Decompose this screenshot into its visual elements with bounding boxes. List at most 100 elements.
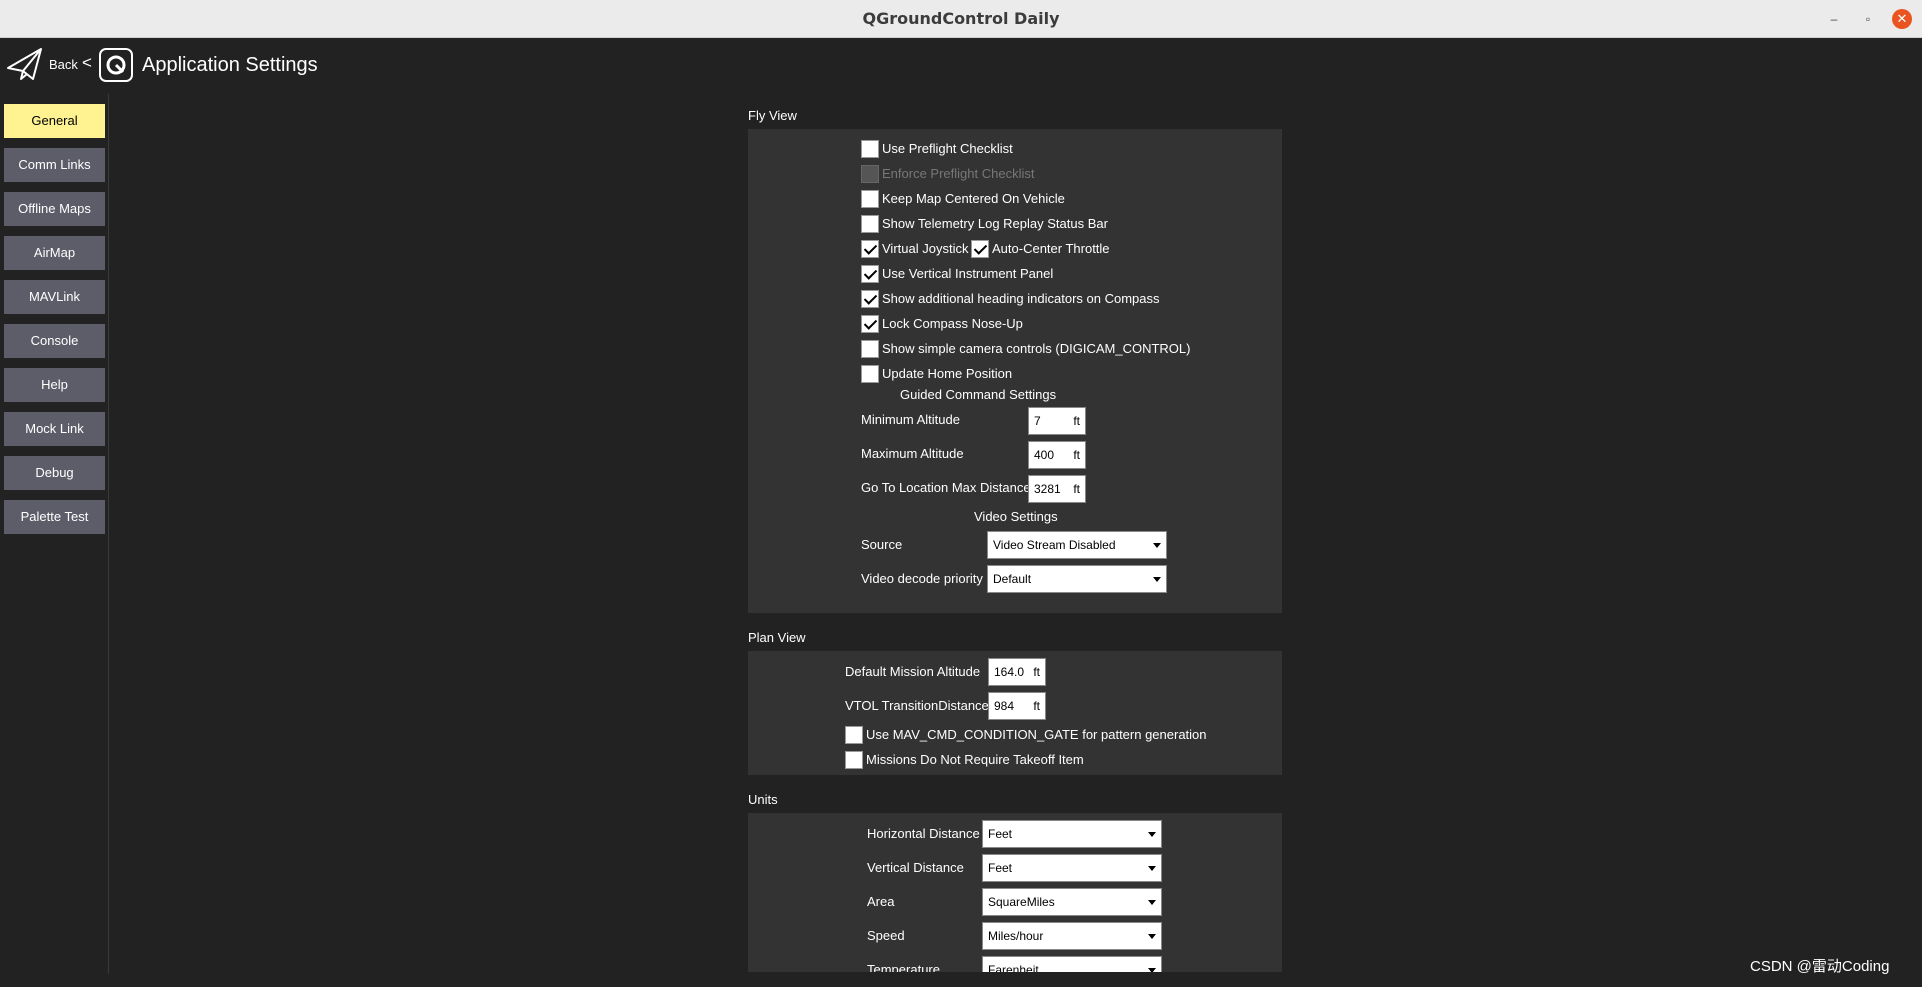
checkbox-auto-center-throttle[interactable]: Auto-Center Throttle	[971, 239, 1110, 259]
breadcrumb-chevron: <	[82, 53, 92, 72]
default-mission-altitude-field[interactable]: 164.0 ft	[988, 658, 1046, 686]
dropdown-value: Feet	[988, 861, 1013, 875]
checkbox-use-preflight-checklist[interactable]: Use Preflight Checklist	[861, 139, 1013, 159]
checkbox-label: Update Home Position	[882, 366, 1013, 381]
checkbox-label: Missions Do Not Require Takeoff Item	[866, 752, 1084, 767]
checkbox-box[interactable]	[845, 726, 863, 744]
sidebar-item-help[interactable]: Help	[4, 368, 105, 402]
checkbox-label: Auto-Center Throttle	[992, 241, 1110, 256]
checkbox-simple-camera-controls[interactable]: Show simple camera controls (DIGICAM_CON…	[861, 339, 1190, 359]
dropdown-value: Farenheit	[988, 963, 1039, 972]
minimum-altitude-field[interactable]: 7 ft	[1028, 407, 1086, 435]
window-title: QGroundControl Daily	[862, 9, 1060, 28]
default-mission-altitude-label: Default Mission Altitude	[845, 664, 981, 679]
field-value: 7	[1034, 414, 1041, 428]
checkbox-box[interactable]	[861, 140, 879, 158]
temperature-label: Temperature	[867, 962, 940, 972]
vtol-transition-distance-field[interactable]: 984 ft	[988, 692, 1046, 720]
checkbox-label: Use Vertical Instrument Panel	[882, 266, 1054, 281]
checkbox-show-telemetry-replay[interactable]: Show Telemetry Log Replay Status Bar	[861, 214, 1108, 234]
window-titlebar: QGroundControl Daily – ▫ ✕	[0, 0, 1922, 38]
checkbox-box[interactable]	[861, 315, 879, 333]
checkbox-lock-compass-nose-up[interactable]: Lock Compass Nose-Up	[861, 314, 1023, 334]
units-panel: Horizontal Distance Feet Vertical Distan…	[748, 813, 1282, 972]
maximum-altitude-field[interactable]: 400 ft	[1028, 441, 1086, 469]
dropdown-value: Default	[993, 572, 1032, 586]
checkbox-label: Show additional heading indicators on Co…	[882, 291, 1160, 306]
sidebar-item-mock-link[interactable]: Mock Link	[4, 412, 105, 446]
paper-plane-icon[interactable]	[6, 46, 44, 82]
checkbox-virtual-joystick[interactable]: Virtual Joystick	[861, 239, 968, 259]
back-button[interactable]: Back	[49, 57, 78, 72]
maximum-altitude-label: Maximum Altitude	[861, 446, 964, 461]
video-source-label: Source	[861, 537, 903, 552]
video-source-dropdown[interactable]: Video Stream Disabled	[987, 531, 1167, 559]
speed-dropdown[interactable]: Miles/hour	[982, 922, 1162, 950]
fly-view-panel: Use Preflight Checklist Enforce Prefligh…	[748, 129, 1282, 613]
checkbox-box[interactable]	[861, 340, 879, 358]
vertical-distance-dropdown[interactable]: Feet	[982, 854, 1162, 882]
field-value: 3281	[1034, 482, 1061, 496]
video-decode-priority-label: Video decode priority	[861, 571, 983, 586]
app-area: Back < Application Settings General Comm…	[0, 38, 1922, 987]
sidebar-item-airmap[interactable]: AirMap	[4, 236, 105, 270]
vtol-transition-distance-label: VTOL TransitionDistance	[845, 698, 989, 713]
horizontal-distance-dropdown[interactable]: Feet	[982, 820, 1162, 848]
video-settings-header: Video Settings	[974, 509, 1058, 524]
checkbox-box	[861, 165, 879, 183]
dropdown-arrow-icon	[1148, 934, 1156, 939]
checkbox-box[interactable]	[845, 751, 863, 769]
sidebar-item-mavlink[interactable]: MAVLink	[4, 280, 105, 314]
page-title: Application Settings	[142, 54, 318, 76]
units-header: Units	[748, 792, 778, 807]
area-dropdown[interactable]: SquareMiles	[982, 888, 1162, 916]
maximize-button[interactable]: ▫	[1858, 9, 1878, 29]
checkbox-label: Lock Compass Nose-Up	[882, 316, 1023, 331]
dropdown-value: Miles/hour	[988, 929, 1044, 943]
sidebar-item-general[interactable]: General	[4, 104, 105, 138]
checkbox-label: Virtual Joystick	[882, 241, 969, 256]
checkbox-box[interactable]	[861, 365, 879, 383]
sidebar-item-comm-links[interactable]: Comm Links	[4, 148, 105, 182]
go-to-location-max-distance-field[interactable]: 3281 ft	[1028, 475, 1086, 503]
checkbox-no-takeoff-item[interactable]: Missions Do Not Require Takeoff Item	[845, 750, 1084, 770]
qgc-logo-icon	[99, 48, 133, 82]
go-to-location-max-distance-label: Go To Location Max Distance	[861, 480, 1031, 495]
vertical-distance-label: Vertical Distance	[867, 860, 964, 875]
checkbox-vertical-instrument-panel[interactable]: Use Vertical Instrument Panel	[861, 264, 1053, 284]
settings-sidebar: General Comm Links Offline Maps AirMap M…	[0, 94, 109, 974]
checkbox-box[interactable]	[861, 215, 879, 233]
checkbox-label: Enforce Preflight Checklist	[882, 166, 1035, 181]
dropdown-arrow-icon	[1153, 577, 1161, 582]
checkbox-label: Use MAV_CMD_CONDITION_GATE for pattern g…	[866, 727, 1207, 742]
checkbox-box[interactable]	[861, 290, 879, 308]
sidebar-item-palette-test[interactable]: Palette Test	[4, 500, 105, 534]
checkbox-keep-map-centered[interactable]: Keep Map Centered On Vehicle	[861, 189, 1065, 209]
checkbox-label: Use Preflight Checklist	[882, 141, 1013, 156]
sidebar-item-debug[interactable]: Debug	[4, 456, 105, 490]
sidebar-item-console[interactable]: Console	[4, 324, 105, 358]
dropdown-arrow-icon	[1153, 543, 1161, 548]
checkbox-condition-gate[interactable]: Use MAV_CMD_CONDITION_GATE for pattern g…	[845, 725, 1207, 745]
fly-view-header: Fly View	[748, 108, 797, 123]
dropdown-arrow-icon	[1148, 866, 1156, 871]
minimize-button[interactable]: –	[1824, 9, 1844, 29]
checkbox-box[interactable]	[861, 190, 879, 208]
checkbox-heading-indicators[interactable]: Show additional heading indicators on Co…	[861, 289, 1160, 309]
watermark: CSDN @雷动Coding	[1750, 958, 1890, 975]
checkbox-box[interactable]	[861, 240, 879, 258]
field-unit: ft	[1033, 699, 1040, 713]
checkbox-update-home-position[interactable]: Update Home Position	[861, 364, 1012, 384]
plan-view-header: Plan View	[748, 630, 806, 645]
close-button[interactable]: ✕	[1892, 9, 1912, 29]
field-unit: ft	[1033, 665, 1040, 679]
temperature-dropdown[interactable]: Farenheit	[982, 956, 1162, 972]
area-label: Area	[867, 894, 895, 909]
video-decode-priority-dropdown[interactable]: Default	[987, 565, 1167, 593]
checkbox-box[interactable]	[971, 240, 989, 258]
field-unit: ft	[1073, 448, 1080, 462]
sidebar-item-offline-maps[interactable]: Offline Maps	[4, 192, 105, 226]
checkbox-box[interactable]	[861, 265, 879, 283]
checkbox-enforce-preflight-checklist: Enforce Preflight Checklist	[861, 164, 1034, 184]
dropdown-value: Video Stream Disabled	[993, 538, 1116, 552]
